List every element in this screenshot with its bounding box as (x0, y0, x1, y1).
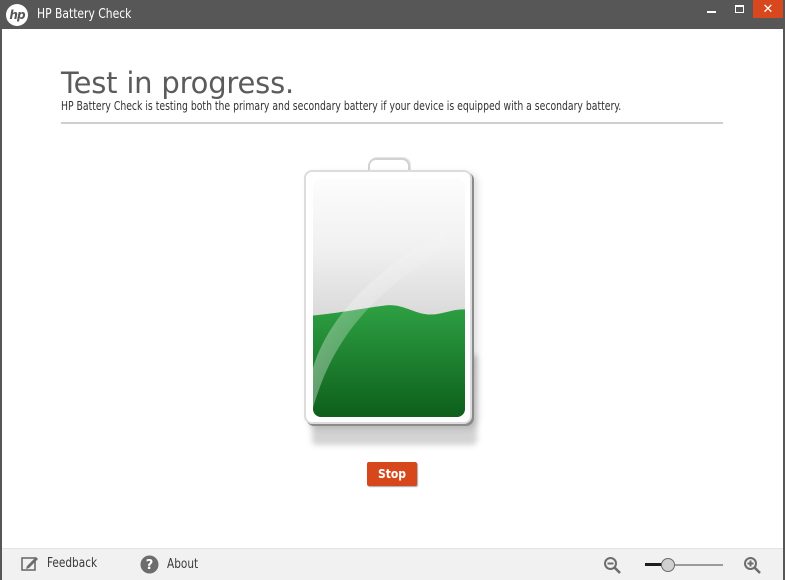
minimize-icon (706, 11, 716, 13)
about-label: About (167, 557, 199, 572)
footer-bar: Feedback ? About (2, 548, 783, 580)
svg-text:?: ? (146, 558, 154, 573)
maximize-icon (734, 5, 744, 13)
battery-body (304, 170, 472, 424)
maximize-button[interactable] (726, 0, 752, 18)
zoom-out-button[interactable] (603, 556, 622, 580)
window-title: HP Battery Check (37, 7, 132, 22)
feedback-icon (21, 557, 38, 571)
zoom-out-icon (604, 557, 621, 574)
help-icon: ? (140, 555, 159, 574)
main-content: Test in progress. HP Battery Check is te… (2, 29, 783, 548)
zoom-in-icon (744, 557, 761, 574)
page-title: Test in progress. (61, 66, 294, 100)
feedback-button[interactable]: Feedback (21, 555, 103, 571)
stop-button[interactable]: Stop (367, 462, 417, 486)
hp-logo-icon: hp (6, 4, 28, 26)
zoom-in-button[interactable] (743, 556, 762, 580)
battery-level-indicator (313, 178, 465, 417)
page-description: HP Battery Check is testing both the pri… (61, 99, 622, 113)
battery-fill-graphic (313, 218, 465, 417)
about-button[interactable]: ? About (140, 555, 202, 574)
divider (61, 122, 723, 124)
battery-icon (302, 157, 482, 457)
close-button[interactable]: ✕ (753, 0, 783, 18)
close-icon: ✕ (762, 1, 774, 16)
zoom-slider-thumb[interactable] (661, 558, 676, 572)
feedback-label: Feedback (47, 555, 98, 571)
minimize-button[interactable] (698, 0, 724, 18)
title-bar: hp HP Battery Check ✕ (0, 0, 785, 29)
zoom-slider[interactable] (645, 558, 723, 572)
